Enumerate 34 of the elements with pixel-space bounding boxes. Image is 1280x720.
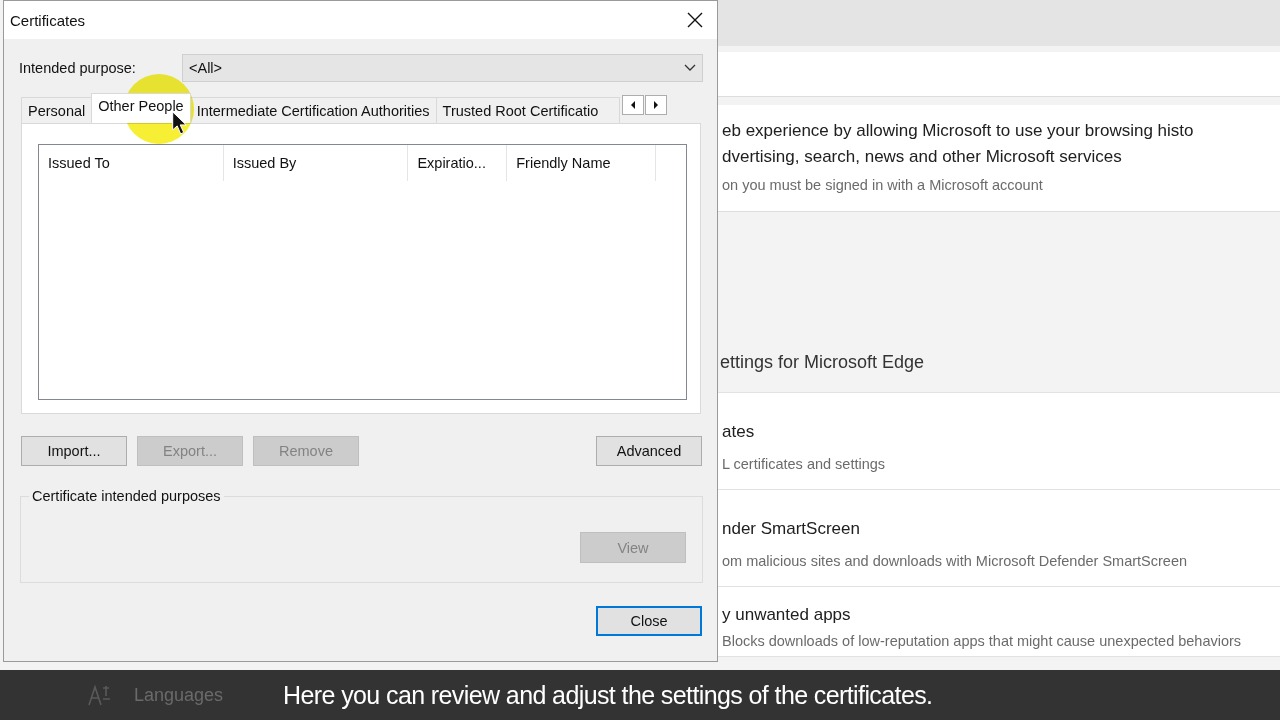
- settings-item[interactable]: nder SmartScreen om malicious sites and downloads with Microsoft Defender SmartScreen: [718, 490, 1280, 587]
- close-icon[interactable]: [687, 12, 703, 28]
- setting-title: ates: [722, 422, 756, 442]
- dialog-button[interactable]: Import...: [21, 436, 127, 466]
- dialog-button[interactable]: Advanced: [596, 436, 702, 466]
- column-header[interactable]: Expiratio...: [408, 145, 508, 181]
- setting-description: dvertising, search, news and other Microsoft services: [722, 147, 1123, 167]
- purpose-dropdown[interactable]: <All>: [182, 54, 703, 82]
- close-button[interactable]: Close: [596, 606, 702, 636]
- window-title: Certificates: [10, 11, 86, 29]
- group-label: Certificate intended purposes: [31, 488, 222, 504]
- section-heading: ettings for Microsoft Edge: [720, 351, 925, 373]
- setting-description: om malicious sites and downloads with Microsoft Defender SmartScreen: [722, 553, 1188, 569]
- field-label: Intended purpose:: [19, 60, 137, 76]
- tab[interactable]: Other People: [91, 93, 191, 123]
- settings-item[interactable]: ates L certificates and settings: [718, 393, 1280, 490]
- scroll-left-icon[interactable]: [621, 95, 644, 115]
- scroll-right-icon[interactable]: [644, 95, 667, 115]
- setting-description: eb experience by allowing Microsoft to use your browsing histo: [722, 121, 1195, 141]
- tab[interactable]: Personal: [21, 97, 93, 123]
- column-header[interactable]: Friendly Name: [507, 145, 656, 181]
- chevron-icon: [684, 64, 696, 72]
- tab[interactable]: Trusted Root Certificatio: [435, 97, 620, 123]
- language-icon: [88, 684, 112, 706]
- setting-title: y unwanted apps: [722, 605, 852, 625]
- certificate-list[interactable]: Issued To Issued By Expiratio... Friendly Name: [38, 144, 687, 400]
- setting-title: nder SmartScreen: [722, 519, 861, 539]
- setting-note: on you must be signed in with a Microsoft account: [722, 177, 1044, 193]
- column-header[interactable]: Issued To: [39, 145, 224, 181]
- settings-item[interactable]: y unwanted apps Blocks downloads of low-reputation apps that might cause unexpected behaviors: [718, 587, 1280, 657]
- setting-description: Blocks downloads of low-reputation apps that might cause unexpected behaviors: [722, 633, 1243, 649]
- setting-description: L certificates and settings: [722, 456, 887, 472]
- column-header[interactable]: Issued By: [223, 145, 409, 181]
- caption-text: Here you can review and adjust the settings of the certificates.: [283, 680, 933, 710]
